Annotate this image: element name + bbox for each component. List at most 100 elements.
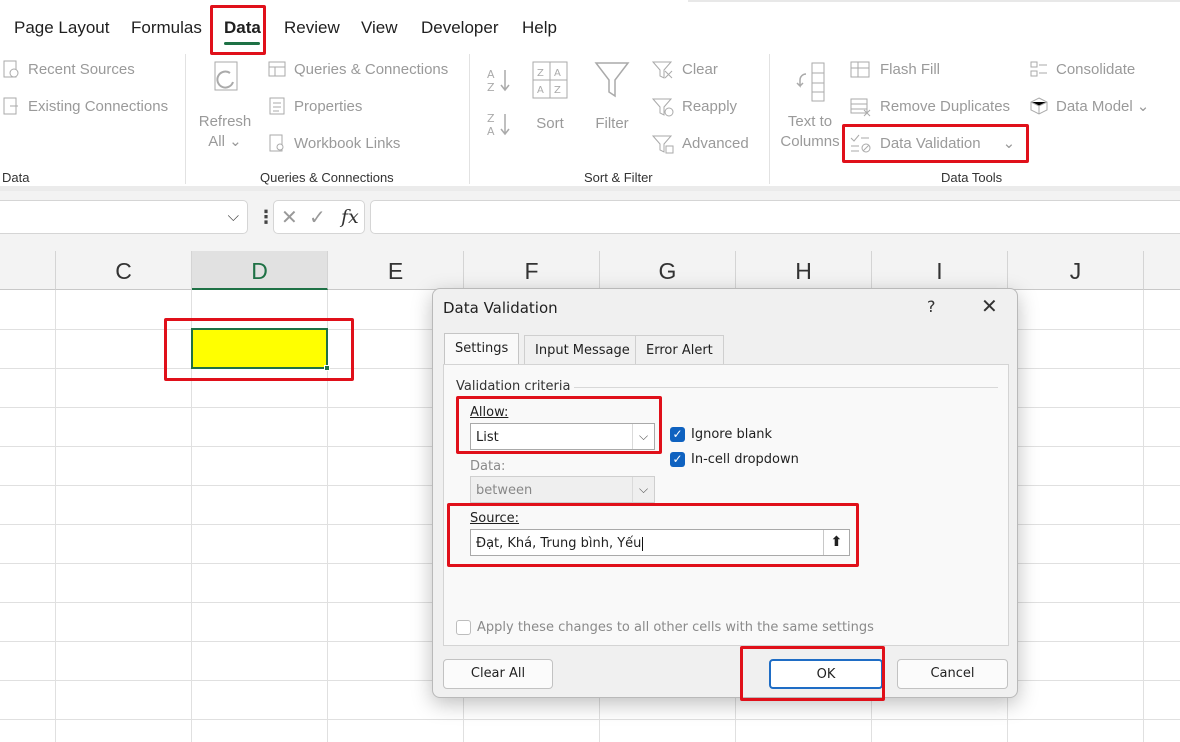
reapply-label: Reapply [682, 97, 738, 115]
filter-button[interactable]: Filter [590, 60, 634, 134]
text-to-columns-label-2: Columns [780, 133, 840, 150]
sort-a-z-button[interactable]: AZ [486, 66, 512, 94]
queries-connections-label: Queries & Connections [294, 60, 449, 78]
data-validation-label: Data Validation [880, 134, 981, 152]
properties-label: Properties [294, 97, 363, 115]
clear-button[interactable]: Clear [651, 60, 718, 79]
data-validation-icon [850, 134, 872, 153]
tab-formulas[interactable]: Formulas [131, 18, 202, 38]
fill-handle[interactable] [324, 365, 330, 371]
svg-text:A: A [487, 68, 495, 81]
name-box[interactable]: ⌵ [0, 200, 248, 234]
formula-input[interactable] [370, 200, 1180, 234]
formula-buttons: ✕ ✓ fx [273, 200, 365, 234]
recent-sources-button[interactable]: Recent Sources [2, 60, 135, 78]
svg-text:A: A [554, 68, 561, 79]
help-icon[interactable]: ? [927, 297, 936, 316]
column-header-partial[interactable] [1144, 251, 1180, 290]
in-cell-dropdown-checkbox[interactable]: ✓ In-cell dropdown [670, 452, 799, 467]
column-header[interactable]: I [872, 251, 1008, 290]
group-label-sort-filter: Sort & Filter [584, 170, 653, 185]
remove-duplicates-button[interactable]: Remove Duplicates [850, 97, 1010, 117]
close-icon[interactable]: ✕ [981, 294, 998, 318]
tab-review[interactable]: Review [284, 18, 340, 38]
cancel-icon[interactable]: ✕ [281, 205, 298, 230]
clear-label: Clear [682, 60, 718, 78]
ribbon: Recent Sources Existing Connections Data… [0, 50, 1180, 190]
tab-error-alert[interactable]: Error Alert [635, 335, 724, 365]
tab-input-message[interactable]: Input Message [524, 335, 641, 365]
tab-view[interactable]: View [361, 18, 398, 38]
properties-icon [268, 97, 286, 115]
recent-sources-label: Recent Sources [28, 60, 135, 78]
group-divider [185, 54, 186, 184]
tab-developer[interactable]: Developer [421, 18, 499, 38]
column-header[interactable]: E [328, 251, 464, 290]
column-header[interactable]: G [600, 251, 736, 290]
section-title: Validation criteria [456, 379, 571, 394]
column-header-selected[interactable]: D [192, 251, 328, 290]
column-header-blank[interactable] [0, 251, 56, 290]
column-header[interactable]: C [56, 251, 192, 290]
queries-icon [268, 60, 286, 78]
data-model-button[interactable]: Data Model ⌄ [1030, 97, 1149, 115]
chevron-down-icon: ⌵ [227, 208, 239, 225]
title-bar-edge [688, 0, 1180, 2]
checkbox-empty-icon [456, 620, 471, 635]
collapse-dialog-icon[interactable]: ⬆ [823, 530, 849, 555]
column-header[interactable]: F [464, 251, 600, 290]
workbook-links-button[interactable]: Workbook Links [268, 134, 400, 152]
apply-all-checkbox[interactable]: Apply these changes to all other cells w… [456, 620, 874, 635]
reapply-button[interactable]: Reapply [651, 97, 738, 117]
workbook-links-icon [268, 134, 286, 152]
sort-ascending-icon: AZ [487, 68, 510, 94]
allow-select[interactable]: List ⌵ [470, 423, 655, 450]
clear-all-button[interactable]: Clear All [443, 659, 553, 689]
queries-connections-button[interactable]: Queries & Connections [268, 60, 448, 78]
tab-help[interactable]: Help [522, 18, 557, 38]
sort-button[interactable]: ZAAZ Sort [526, 60, 574, 134]
data-validation-button[interactable]: Data Validation ⌄ [850, 134, 1015, 153]
reapply-icon [651, 97, 674, 117]
ignore-blank-checkbox[interactable]: ✓ Ignore blank [670, 427, 772, 442]
data-model-label: Data Model [1056, 97, 1133, 115]
group-label-data: Data [2, 170, 30, 185]
refresh-icon [214, 61, 238, 91]
column-gridline [55, 290, 56, 742]
advanced-filter-button[interactable]: Advanced [651, 134, 749, 154]
text-to-columns-icon [796, 62, 825, 102]
source-input[interactable]: Đạt, Khá, Trung bình, Yếu ⬆ [470, 529, 850, 556]
insert-function-icon[interactable]: fx [341, 206, 359, 228]
tab-data[interactable]: Data [224, 18, 261, 38]
dialog-title: Data Validation [443, 299, 558, 317]
data-select[interactable]: between ⌵ [470, 476, 655, 503]
flash-fill-button[interactable]: Flash Fill [850, 60, 940, 78]
column-header[interactable]: H [736, 251, 872, 290]
data-model-icon [1030, 97, 1048, 115]
ok-button[interactable]: OK [769, 659, 883, 689]
data-value: between [476, 483, 533, 498]
tab-settings[interactable]: Settings [444, 333, 520, 366]
properties-button[interactable]: Properties [268, 97, 362, 115]
existing-connections-icon [2, 97, 20, 115]
advanced-label: Advanced [682, 134, 749, 152]
cancel-button[interactable]: Cancel [897, 659, 1008, 689]
consolidate-button[interactable]: Consolidate [1030, 60, 1135, 78]
formula-bar: ⌵ ⋮ ✕ ✓ fx [0, 191, 1180, 251]
text-to-columns-button[interactable]: Text to Columns [778, 60, 842, 152]
svg-text:Z: Z [537, 68, 544, 79]
column-header[interactable]: J [1008, 251, 1144, 290]
group-label-queries: Queries & Connections [260, 170, 394, 185]
in-cell-dropdown-label: In-cell dropdown [691, 452, 799, 467]
recent-sources-icon [2, 60, 20, 78]
refresh-all-button[interactable]: Refresh All ⌄ [198, 60, 252, 152]
sort-label: Sort [536, 115, 564, 132]
sort-z-a-button[interactable]: ZA [486, 110, 512, 138]
tab-page-layout[interactable]: Page Layout [14, 18, 109, 38]
selected-cell-d[interactable] [191, 328, 330, 371]
apply-all-label: Apply these changes to all other cells w… [477, 620, 874, 635]
existing-connections-button[interactable]: Existing Connections [2, 97, 168, 115]
enter-icon[interactable]: ✓ [309, 205, 326, 230]
source-value: Đạt, Khá, Trung bình, Yếu [476, 536, 642, 551]
refresh-label-1: Refresh [198, 113, 252, 130]
